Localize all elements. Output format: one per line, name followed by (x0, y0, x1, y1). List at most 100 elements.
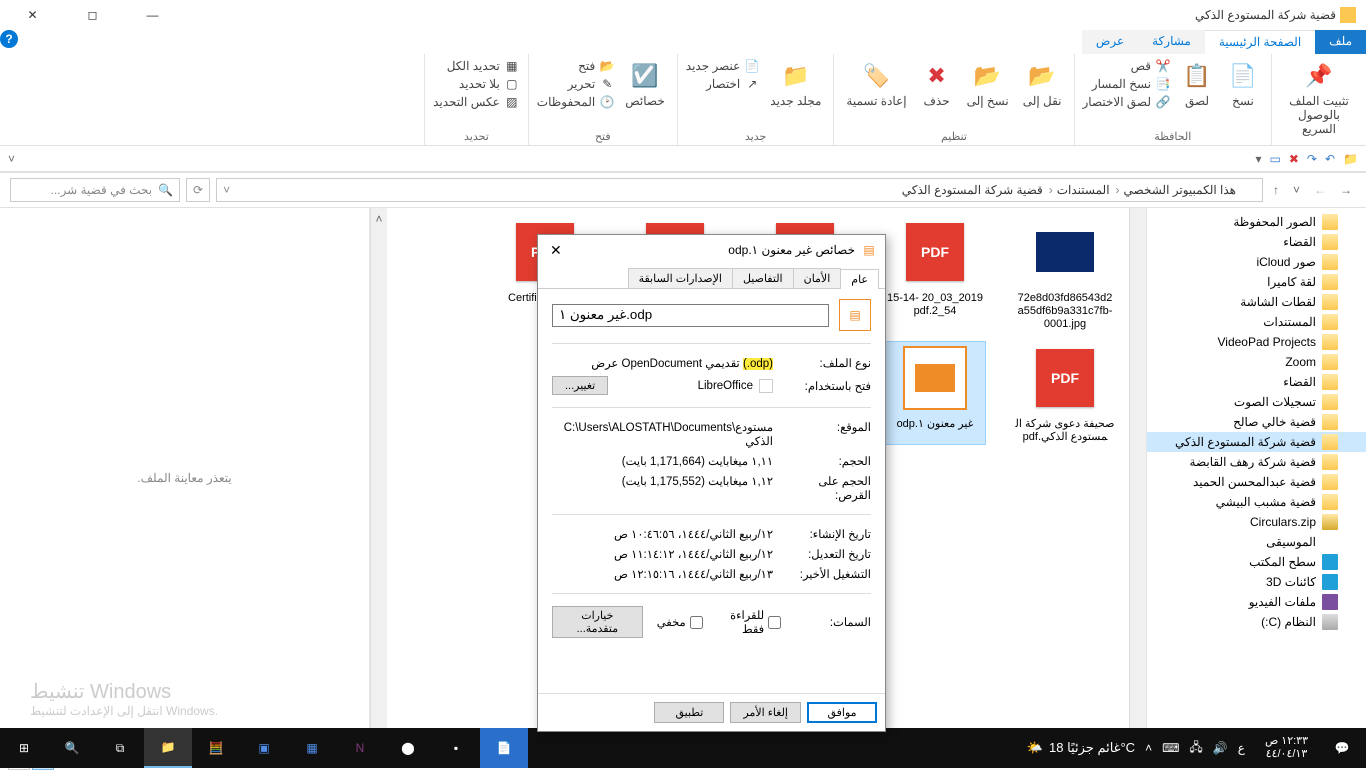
file-item[interactable]: غير معنون ١.odp (885, 342, 985, 444)
cut-button[interactable]: ✂️قص (1131, 58, 1171, 74)
rename-button[interactable]: 🏷️إعادة تسمية (842, 58, 910, 110)
paste-shortcut-button[interactable]: 🔗لصق الاختصار (1083, 94, 1171, 110)
nav-item[interactable]: صور iCloud (1147, 252, 1366, 272)
task-view-button[interactable]: ⧉ (96, 728, 144, 768)
taskbar-onenote[interactable]: N (336, 728, 384, 768)
qat-undo-icon[interactable]: ↶ (1325, 152, 1335, 166)
pin-button[interactable]: 📌تثبيت الملف بالوصول السريع (1280, 58, 1358, 138)
edit-button[interactable]: ✎تحرير (568, 76, 616, 92)
nav-item[interactable]: الصور المحفوظة (1147, 212, 1366, 232)
tab-file[interactable]: ملف (1315, 30, 1366, 54)
tab-view[interactable]: عرض (1082, 30, 1138, 54)
nav-item[interactable]: Zoom (1147, 352, 1366, 372)
scroll-up-icon[interactable]: ˄ (376, 212, 383, 226)
invert-selection-button[interactable]: ▨عكس التحديد (433, 94, 520, 110)
qat-rename-icon[interactable]: ▭ (1270, 152, 1281, 166)
tab-home[interactable]: الصفحة الرئيسية (1205, 30, 1315, 54)
copy-path-button[interactable]: 📑نسخ المسار (1092, 76, 1171, 92)
advanced-button[interactable]: خيارات متقدمة... (552, 606, 643, 638)
dialog-tab-details[interactable]: التفاصيل (732, 268, 794, 288)
paste-button[interactable]: 📋لصق (1177, 58, 1217, 110)
tray-keyboard-icon[interactable]: ⌨ (1162, 741, 1179, 755)
nav-item[interactable]: قضية شركة رهف القابضة (1147, 452, 1366, 472)
copy-button[interactable]: 📄نسخ (1223, 58, 1263, 110)
hidden-checkbox[interactable]: مخفي (657, 615, 703, 629)
nav-item[interactable]: لقطات الشاشة (1147, 292, 1366, 312)
nav-item[interactable]: قضية شركة المستودع الذكي (1147, 432, 1366, 452)
search-button[interactable]: 🔍 (48, 728, 96, 768)
collapse-ribbon-icon[interactable]: ˅ (8, 152, 15, 166)
taskbar-calculator[interactable]: 🧮 (192, 728, 240, 768)
properties-button[interactable]: ☑️خصائص (621, 58, 669, 110)
maximize-button[interactable]: ◻ (70, 0, 115, 30)
filelist-scrollbar[interactable]: ˄ (370, 208, 387, 748)
nav-back-button[interactable]: → (1336, 179, 1356, 201)
taskbar-explorer[interactable]: 📁 (144, 728, 192, 768)
nav-item[interactable]: قضية مشبب البيشي (1147, 492, 1366, 512)
navpane-scrollbar[interactable] (1129, 208, 1146, 748)
history-button[interactable]: 🕑المحفوظات (537, 94, 615, 110)
copy-to-button[interactable]: 📂نسخ إلى (963, 58, 1013, 110)
taskbar-chrome[interactable]: ⬤ (384, 728, 432, 768)
close-button[interactable]: ✕ (10, 0, 55, 30)
nav-item[interactable]: تسجيلات الصوت (1147, 392, 1366, 412)
qat-folder-icon[interactable]: 📁 (1343, 152, 1358, 166)
tab-share[interactable]: مشاركة (1138, 30, 1205, 54)
nav-item[interactable]: قضية خالي صالح (1147, 412, 1366, 432)
ok-button[interactable]: موافق (807, 702, 877, 723)
navigation-pane[interactable]: الصور المحفوظةالقضاءصور iCloudلقة كاميرا… (1146, 208, 1366, 748)
nav-item[interactable]: كائنات 3D (1147, 572, 1366, 592)
address-dropdown-icon[interactable]: ˅ (223, 183, 230, 197)
taskbar-app3[interactable]: ▪ (432, 728, 480, 768)
move-to-button[interactable]: 📂نقل إلى (1019, 58, 1066, 110)
dialog-close-button[interactable]: ✕ (546, 238, 566, 263)
system-tray[interactable]: ˄ ⌨ 🖧 🔊 ع (1135, 738, 1255, 759)
dialog-tab-security[interactable]: الأمان (793, 268, 842, 288)
taskbar-app1[interactable]: ▣ (240, 728, 288, 768)
taskbar-clock[interactable]: ١٢:٣٣ ص٤٤/٠٤/١٣ (1255, 735, 1318, 761)
apply-button[interactable]: تطبيق (654, 702, 724, 723)
nav-item[interactable]: المستندات (1147, 312, 1366, 332)
refresh-button[interactable]: ⟳ (186, 178, 210, 202)
nav-forward-button[interactable]: ← (1310, 179, 1330, 201)
nav-item[interactable]: ملفات الفيديو (1147, 592, 1366, 612)
taskbar-weather[interactable]: 🌤️غائم جزئيًا 18°C (1027, 740, 1135, 756)
filename-input[interactable] (552, 304, 829, 327)
qat-delete-icon[interactable]: ✖ (1289, 152, 1299, 166)
nav-item[interactable]: لقة كاميرا (1147, 272, 1366, 292)
nav-item[interactable]: Circulars.zip (1147, 512, 1366, 532)
search-input[interactable]: 🔍 بحث في قضية شر... (10, 178, 180, 202)
taskbar-libreoffice[interactable]: 📄 (480, 728, 528, 768)
qat-customize-icon[interactable]: ▾ (1255, 152, 1261, 166)
nav-item[interactable]: النظام (C:) (1147, 612, 1366, 632)
change-app-button[interactable]: تغيير... (552, 376, 608, 395)
file-item[interactable]: PDFصحيفة دعوى شركة المستودع الذكي.pdf (1015, 342, 1115, 444)
new-folder-button[interactable]: 📁مجلد جديد (766, 58, 825, 110)
tray-lang-icon[interactable]: ع (1238, 741, 1245, 755)
nav-item[interactable]: الموسيقى (1147, 532, 1366, 552)
delete-button[interactable]: ✖حذف (917, 58, 957, 110)
nav-recent-button[interactable]: ˅ (1289, 179, 1304, 201)
notifications-button[interactable]: 💬 (1318, 728, 1366, 768)
new-item-button[interactable]: 📄عنصر جديد (686, 58, 761, 74)
easy-access-button[interactable]: ↗اختصار (706, 76, 760, 92)
dialog-tab-previous[interactable]: الإصدارات السابقة (628, 268, 733, 288)
nav-item[interactable]: القضاء (1147, 372, 1366, 392)
readonly-checkbox[interactable]: للقراءة فقط (717, 608, 781, 636)
address-bar[interactable]: هذا الكمبيوتر الشخصي‹ المستندات‹ قضية شر… (216, 178, 1263, 202)
select-all-button[interactable]: ▦تحديد الكل (447, 58, 520, 74)
nav-item[interactable]: VideoPad Projects (1147, 332, 1366, 352)
start-button[interactable]: ⊞ (0, 728, 48, 768)
tray-up-icon[interactable]: ˄ (1145, 741, 1152, 755)
tray-volume-icon[interactable]: 🔊 (1213, 741, 1228, 755)
tray-network-icon[interactable]: 🖧 (1189, 738, 1202, 759)
nav-item[interactable]: سطح المكتب (1147, 552, 1366, 572)
taskbar-app2[interactable]: ▦ (288, 728, 336, 768)
nav-up-button[interactable]: ↑ (1269, 179, 1283, 201)
open-button[interactable]: 📂فتح (578, 58, 615, 74)
cancel-button[interactable]: إلغاء الأمر (730, 702, 801, 723)
nav-item[interactable]: قضية عبدالمحسن الحميد (1147, 472, 1366, 492)
help-icon[interactable]: ? (0, 30, 18, 48)
nav-item[interactable]: القضاء (1147, 232, 1366, 252)
select-none-button[interactable]: ▢بلا تحديد (459, 76, 520, 92)
